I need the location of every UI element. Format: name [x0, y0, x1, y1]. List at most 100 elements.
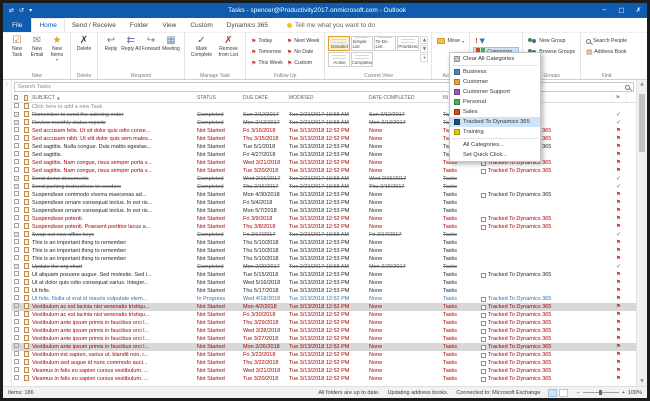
column-header-icon[interactable]	[22, 93, 32, 102]
task-complete-checkbox[interactable]	[12, 279, 22, 287]
follow-up-flag-icon[interactable]: ⚑	[613, 279, 627, 287]
task-row[interactable]: This is an important thing to rememberNo…	[12, 239, 636, 247]
mark-complete-button[interactable]: ✓ Mark Complete	[188, 34, 215, 58]
zoom-slider[interactable]	[583, 392, 619, 393]
new-email-button[interactable]: ✉ New Email	[27, 34, 47, 58]
follow-up-flag-icon[interactable]: ⚑	[613, 215, 627, 223]
tab-file[interactable]: File	[3, 18, 31, 32]
followup-no-date-button[interactable]: ⚑No Date	[285, 47, 322, 57]
gallery-down-icon[interactable]: ▼	[420, 45, 428, 53]
tab-home[interactable]: Home	[31, 18, 64, 32]
zoom-out-button[interactable]: −	[576, 390, 579, 396]
task-row[interactable]: Vestibulum ante ipsum primis in faucibus…	[12, 327, 636, 335]
zoom-level[interactable]: 100%	[628, 390, 642, 396]
menu-item-training[interactable]: Training	[450, 127, 540, 137]
task-row[interactable]: Suspendisse ornare consequat lectus. In …	[12, 199, 636, 207]
task-row[interactable]: Sed sagittis. Nulla congue. Duis mattis …	[12, 143, 636, 151]
tell-me-box[interactable]: Tell me what you want to do	[287, 18, 375, 32]
task-row[interactable]: Click here to add a new Task	[12, 103, 636, 111]
follow-up-flag-icon[interactable]: ⚑	[613, 135, 627, 143]
tab-dynamics-365[interactable]: Dynamics 365	[220, 18, 275, 32]
follow-up-flag-icon[interactable]: ⚑	[613, 191, 627, 199]
task-row[interactable]: ✓Update the org chartCompletedMon 2/20/2…	[12, 263, 636, 271]
task-complete-checkbox[interactable]	[12, 167, 22, 175]
column-header-complete[interactable]	[12, 93, 22, 102]
task-complete-checkbox[interactable]: ✓	[12, 119, 22, 127]
task-complete-checkbox[interactable]: ✓	[12, 111, 22, 119]
follow-up-flag-icon[interactable]: ⚑	[613, 295, 627, 303]
task-row[interactable]: Suspendisse ornare consequat lectus. In …	[12, 207, 636, 215]
task-row[interactable]: Ut aliquam posuere augue. Sed molestie. …	[12, 271, 636, 279]
task-row[interactable]: This is an important thing to rememberNo…	[12, 255, 636, 263]
task-row[interactable]: Vestibulum est sapien, varius ut, blandi…	[12, 351, 636, 359]
task-row[interactable]: ✓Remember to send the catering orderComp…	[12, 111, 636, 119]
qat-dropdown-icon[interactable]: ▾	[29, 7, 32, 14]
follow-up-flag-icon[interactable]: ⚑	[613, 247, 627, 255]
completed-check-icon[interactable]: ✓	[613, 119, 627, 127]
search-icon[interactable]	[625, 85, 630, 90]
menu-item-customer[interactable]: Customer	[450, 77, 540, 87]
close-button[interactable]: ✗	[630, 3, 647, 18]
task-row[interactable]: Vivamus in felis eu sapien cursus vestib…	[12, 367, 636, 375]
task-complete-checkbox[interactable]	[12, 151, 22, 159]
task-complete-checkbox[interactable]: ✓	[12, 175, 22, 183]
scrollbar-thumb[interactable]	[639, 94, 645, 152]
task-complete-checkbox[interactable]	[12, 135, 22, 143]
task-complete-checkbox[interactable]	[12, 239, 22, 247]
task-row[interactable]: ✓Swap out new office keysCompletedFri 2/…	[12, 231, 636, 239]
task-row[interactable]: Vestibulum ante ipsum primis in faucibus…	[12, 343, 636, 351]
task-row[interactable]: ✓Send parking instructions to vendorsCom…	[12, 183, 636, 191]
task-complete-checkbox[interactable]: ✓	[12, 263, 22, 271]
follow-up-flag-icon[interactable]: ⚑	[613, 199, 627, 207]
menu-item-all-categories[interactable]: All Categories...	[450, 140, 540, 150]
scroll-down-icon[interactable]: ▼	[637, 377, 647, 386]
menu-item-set-quick-click[interactable]: Set Quick Click...	[450, 150, 540, 160]
task-row[interactable]: Vestibulum ac est lacinia nisi venenatis…	[12, 311, 636, 319]
task-complete-checkbox[interactable]	[12, 271, 22, 279]
task-complete-checkbox[interactable]	[12, 143, 22, 151]
follow-up-flag-icon[interactable]: ⚑	[613, 223, 627, 231]
new-items-button[interactable]: ★ New Items ▾	[47, 34, 67, 62]
minimize-button[interactable]: ─	[596, 3, 613, 18]
task-complete-checkbox[interactable]	[12, 351, 22, 359]
task-row[interactable]: Sed sagittis.Not StartedFri 4/27/2018Tue…	[12, 151, 636, 159]
view-to-do-list[interactable]: To-Do List	[374, 36, 396, 51]
task-row[interactable]: Sed sagittis. Nam congue, risus semper p…	[12, 167, 636, 175]
normal-view-button[interactable]	[548, 389, 557, 397]
task-complete-checkbox[interactable]	[12, 127, 22, 135]
follow-up-flag-icon[interactable]: ⚑	[613, 271, 627, 279]
follow-up-flag-icon[interactable]: ⚑	[613, 335, 627, 343]
high-importance-icon[interactable]: !	[475, 38, 477, 45]
task-complete-checkbox[interactable]	[12, 327, 22, 335]
followup-today-button[interactable]: ⚑Today	[249, 36, 285, 46]
follow-up-flag-icon[interactable]: ⚑	[613, 343, 627, 351]
low-importance-icon[interactable]: ▼	[480, 37, 485, 45]
send-receive-icon[interactable]: ⇄	[9, 7, 14, 14]
column-header-due-date[interactable]: DUE DATE	[243, 93, 289, 102]
follow-up-flag-icon[interactable]: ⚑	[613, 327, 627, 335]
move-button[interactable]: Move ▾	[435, 36, 466, 46]
task-row[interactable]: Sed accusam nibh. Ut elit dolor quis sem…	[12, 135, 636, 143]
view-detailed[interactable]: Detailed	[328, 36, 350, 51]
follow-up-flag-icon[interactable]: ⚑	[613, 303, 627, 311]
followup-this-week-button[interactable]: ⚑This Week	[249, 58, 285, 68]
menu-item-business[interactable]: Business	[450, 67, 540, 77]
task-complete-checkbox[interactable]	[12, 367, 22, 375]
column-header-modified[interactable]: MODIFIED	[289, 93, 369, 102]
menu-item-sales[interactable]: Sales	[450, 107, 540, 117]
new-task-button[interactable]: ☑ New Task	[7, 34, 27, 58]
task-row[interactable]: Ut felis.Not StartedThu 5/17/2018Tue 3/1…	[12, 287, 636, 295]
column-header-date-completed[interactable]: DATE COMPLETED	[369, 93, 443, 102]
followup-next-week-button[interactable]: ⚑Next Week	[285, 36, 322, 46]
task-row[interactable]: Sed sagittis. Nam congue, risus semper p…	[12, 159, 636, 167]
task-row[interactable]: ✓Review monthly status reportsCompletedM…	[12, 119, 636, 127]
task-row[interactable]: Vestibulum ac est lacinia nisi venenatis…	[12, 303, 636, 311]
delete-button[interactable]: ✗ Delete	[74, 34, 94, 53]
task-complete-checkbox[interactable]	[12, 359, 22, 367]
followup-tomorrow-button[interactable]: ⚑Tomorrow	[249, 47, 285, 57]
completed-check-icon[interactable]: ✓	[613, 183, 627, 191]
task-complete-checkbox[interactable]	[12, 199, 22, 207]
tab-view[interactable]: View	[155, 18, 183, 32]
task-complete-checkbox[interactable]	[12, 311, 22, 319]
task-row[interactable]: Suspendisse potenti. Praesent porttitor …	[12, 223, 636, 231]
